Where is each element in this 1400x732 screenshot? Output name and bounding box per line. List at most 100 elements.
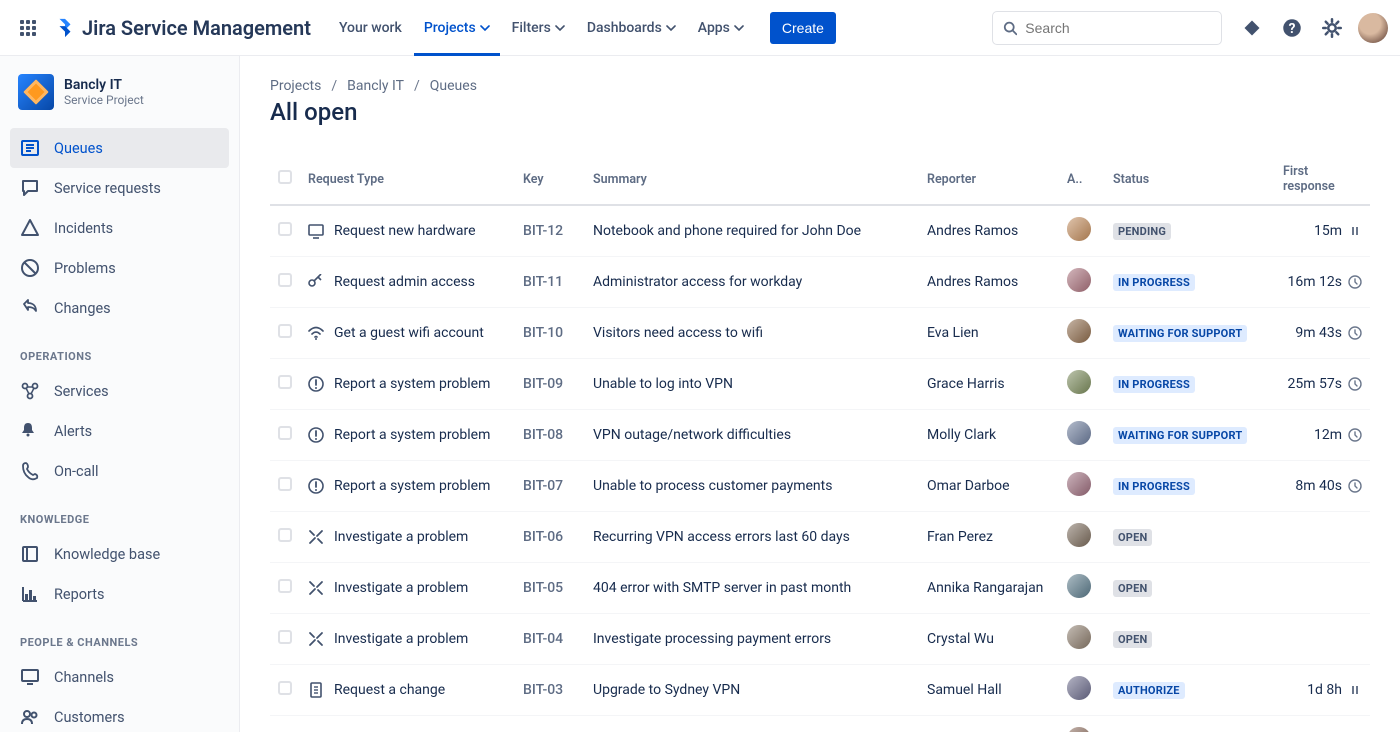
app-switcher-button[interactable] xyxy=(12,12,44,44)
sidebar-item-services[interactable]: Services xyxy=(10,371,229,411)
nav-apps[interactable]: Apps xyxy=(688,0,754,56)
first-response-value: 15m xyxy=(1314,223,1342,239)
issue-key-link[interactable]: BIT-10 xyxy=(523,325,563,341)
search-box[interactable] xyxy=(992,11,1222,45)
sidebar-item-channels[interactable]: Channels xyxy=(10,657,229,697)
sidebar-item-reports[interactable]: Reports xyxy=(10,574,229,614)
table-row[interactable]: Investigate a problem BIT-06 Recurring V… xyxy=(270,512,1370,563)
row-checkbox[interactable] xyxy=(278,579,292,593)
issue-key-link[interactable]: BIT-06 xyxy=(523,529,563,545)
table-row[interactable]: Get a guest wifi account BIT-10 Visitors… xyxy=(270,308,1370,359)
th-key[interactable]: Key xyxy=(515,154,585,205)
table-row[interactable]: Report a system problem BIT-09 Unable to… xyxy=(270,359,1370,410)
row-checkbox[interactable] xyxy=(278,426,292,440)
row-checkbox[interactable] xyxy=(278,222,292,236)
table-row[interactable]: Investigate a problem BIT-05 404 error w… xyxy=(270,563,1370,614)
issue-key-link[interactable]: BIT-03 xyxy=(523,682,563,698)
reporter-name: Andres Ramos xyxy=(927,274,1018,290)
sidebar-item-on-call[interactable]: On-call xyxy=(10,451,229,491)
issue-key-link[interactable]: BIT-04 xyxy=(523,631,563,647)
issue-key-link[interactable]: BIT-07 xyxy=(523,478,563,494)
table-row[interactable]: Request a change BIT-02 Deployment 18 fo… xyxy=(270,716,1370,732)
sidebar: Bancly IT Service Project QueuesService … xyxy=(0,56,240,732)
create-button[interactable]: Create xyxy=(770,12,836,44)
status-badge[interactable]: WAITING FOR SUPPORT xyxy=(1113,427,1247,444)
assignee-avatar[interactable] xyxy=(1067,217,1091,241)
th-status[interactable]: Status xyxy=(1105,154,1275,205)
table-row[interactable]: Report a system problem BIT-07 Unable to… xyxy=(270,461,1370,512)
assignee-avatar[interactable] xyxy=(1067,574,1091,598)
sidebar-item-service-requests[interactable]: Service requests xyxy=(10,168,229,208)
status-badge[interactable]: WAITING FOR SUPPORT xyxy=(1113,325,1247,342)
status-badge[interactable]: OPEN xyxy=(1113,580,1152,597)
status-badge[interactable]: PENDING xyxy=(1113,223,1171,240)
issue-key-link[interactable]: BIT-09 xyxy=(523,376,563,392)
request-type-label: Request admin access xyxy=(334,274,475,290)
status-badge[interactable]: IN PROGRESS xyxy=(1113,478,1195,495)
help-button[interactable] xyxy=(1278,14,1306,42)
profile-avatar[interactable] xyxy=(1358,13,1388,43)
crumb-section[interactable]: Queues xyxy=(430,78,477,94)
th-request-type[interactable]: Request Type xyxy=(300,154,515,205)
status-badge[interactable]: IN PROGRESS xyxy=(1113,376,1195,393)
request-type-label: Request a change xyxy=(334,682,445,698)
th-assignee[interactable]: A.. xyxy=(1059,154,1105,205)
project-header[interactable]: Bancly IT Service Project xyxy=(10,74,229,128)
status-badge[interactable]: OPEN xyxy=(1113,631,1152,648)
assignee-avatar[interactable] xyxy=(1067,523,1091,547)
sidebar-item-problems[interactable]: Problems xyxy=(10,248,229,288)
nav-projects[interactable]: Projects xyxy=(414,0,500,56)
nav-dashboards[interactable]: Dashboards xyxy=(577,0,686,56)
sidebar-item-changes[interactable]: Changes xyxy=(10,288,229,328)
nav-filters[interactable]: Filters xyxy=(502,0,575,56)
row-checkbox[interactable] xyxy=(278,681,292,695)
nav-your-work[interactable]: Your work xyxy=(329,0,412,56)
settings-button[interactable] xyxy=(1318,14,1346,42)
sidebar-item-knowledge-base[interactable]: Knowledge base xyxy=(10,534,229,574)
th-first-response[interactable]: First response xyxy=(1275,154,1370,205)
assignee-avatar[interactable] xyxy=(1067,625,1091,649)
page-title: All open xyxy=(270,98,1370,126)
crumb-project[interactable]: Bancly IT xyxy=(347,78,404,94)
row-checkbox[interactable] xyxy=(278,477,292,491)
search-input[interactable] xyxy=(1025,20,1211,36)
th-reporter[interactable]: Reporter xyxy=(919,154,1059,205)
status-badge[interactable]: OPEN xyxy=(1113,529,1152,546)
summary-text: Recurring VPN access errors last 60 days xyxy=(593,529,850,545)
issue-key-link[interactable]: BIT-05 xyxy=(523,580,563,596)
row-checkbox[interactable] xyxy=(278,273,292,287)
issue-key-link[interactable]: BIT-11 xyxy=(523,274,563,290)
status-badge[interactable]: AUTHORIZE xyxy=(1113,682,1185,699)
assignee-avatar[interactable] xyxy=(1067,268,1091,292)
row-checkbox[interactable] xyxy=(278,630,292,644)
table-row[interactable]: Request a change BIT-03 Upgrade to Sydne… xyxy=(270,665,1370,716)
row-checkbox[interactable] xyxy=(278,324,292,338)
sidebar-item-incidents[interactable]: Incidents xyxy=(10,208,229,248)
issue-key-link[interactable]: BIT-08 xyxy=(523,427,563,443)
assignee-avatar[interactable] xyxy=(1067,727,1091,732)
th-summary[interactable]: Summary xyxy=(585,154,919,205)
assignee-avatar[interactable] xyxy=(1067,472,1091,496)
table-row[interactable]: Investigate a problem BIT-04 Investigate… xyxy=(270,614,1370,665)
assignee-avatar[interactable] xyxy=(1067,319,1091,343)
crumb-projects[interactable]: Projects xyxy=(270,78,321,94)
select-all-checkbox[interactable] xyxy=(278,170,292,184)
brand[interactable]: Jira Service Management xyxy=(48,16,317,40)
assignee-avatar[interactable] xyxy=(1067,370,1091,394)
row-checkbox[interactable] xyxy=(278,375,292,389)
sidebar-item-label: Services xyxy=(54,383,109,400)
sidebar-item-customers[interactable]: Customers xyxy=(10,697,229,732)
notifications-button[interactable] xyxy=(1238,14,1266,42)
notification-icon xyxy=(1242,18,1262,38)
row-checkbox[interactable] xyxy=(278,528,292,542)
table-row[interactable]: Request new hardware BIT-12 Notebook and… xyxy=(270,205,1370,257)
assignee-avatar[interactable] xyxy=(1067,676,1091,700)
table-row[interactable]: Request admin access BIT-11 Administrato… xyxy=(270,257,1370,308)
table-row[interactable]: Report a system problem BIT-08 VPN outag… xyxy=(270,410,1370,461)
sidebar-item-alerts[interactable]: Alerts xyxy=(10,411,229,451)
sidebar-item-queues[interactable]: Queues xyxy=(10,128,229,168)
status-badge[interactable]: IN PROGRESS xyxy=(1113,274,1195,291)
assignee-avatar[interactable] xyxy=(1067,421,1091,445)
summary-text: Administrator access for workday xyxy=(593,274,802,290)
issue-key-link[interactable]: BIT-12 xyxy=(523,223,563,239)
